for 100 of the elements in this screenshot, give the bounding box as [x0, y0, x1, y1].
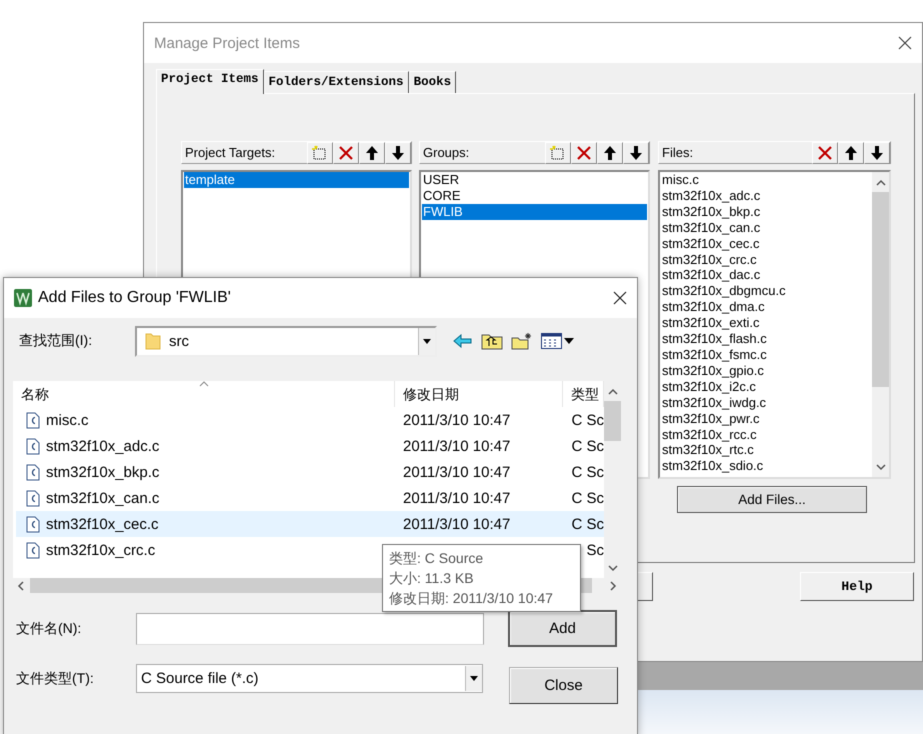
- toolbar-button[interactable]: [359, 142, 385, 164]
- list-label: Files:: [662, 145, 694, 160]
- up-arrow-icon: [603, 144, 617, 160]
- list-item[interactable]: misc.c: [661, 172, 871, 188]
- close-icon[interactable]: [613, 291, 627, 305]
- file-date: 2011/3/10 10:47: [382, 511, 566, 537]
- app-icon: [14, 289, 32, 307]
- file-type: C Sc: [570, 488, 604, 508]
- file-name: stm32f10x_crc.c: [46, 542, 156, 558]
- file-name: stm32f10x_can.c: [46, 490, 160, 506]
- list-item[interactable]: stm32f10x_gpio.c: [661, 362, 871, 379]
- toolbar-button[interactable]: [838, 142, 864, 164]
- tab[interactable]: Folders/Extensions: [264, 71, 409, 93]
- list-item[interactable]: stm32f10x_rcc.c: [661, 426, 871, 442]
- file-name-field[interactable]: [136, 612, 484, 644]
- list-item[interactable]: stm32f10x_cec.c: [661, 236, 871, 252]
- list-item[interactable]: stm32f10x_can.c: [661, 220, 871, 236]
- scroll-down-icon[interactable]: [876, 464, 886, 470]
- toolbar-button[interactable]: [385, 142, 411, 164]
- scrollbar[interactable]: [872, 172, 889, 477]
- close-button[interactable]: Close: [509, 667, 618, 704]
- add-button[interactable]: Add: [508, 610, 617, 647]
- file-item[interactable]: stm32f10x_can.c: [16, 485, 382, 511]
- file-item[interactable]: stm32f10x_adc.c: [16, 433, 382, 459]
- list-item[interactable]: stm32f10x_flash.c: [661, 331, 871, 347]
- sort-icon: [199, 381, 209, 387]
- tab[interactable]: Books: [408, 71, 456, 93]
- add-files-button[interactable]: Add Files...: [677, 486, 867, 513]
- delete-icon: [817, 144, 833, 160]
- down-arrow-icon: [391, 144, 405, 160]
- list-item[interactable]: stm32f10x_bkp.c: [661, 204, 871, 220]
- new-item-icon: [312, 144, 328, 160]
- file-item[interactable]: stm32f10x_cec.c: [16, 511, 382, 537]
- file-item[interactable]: misc.c: [16, 407, 382, 433]
- c-file-icon: [26, 542, 40, 558]
- up-arrow-icon: [844, 144, 858, 160]
- file-type: C Sc: [570, 410, 604, 430]
- look-in-label: 查找范围(I):: [18, 332, 94, 350]
- file-date: 2011/3/10 10:47: [402, 462, 512, 482]
- scroll-thumb[interactable]: [872, 192, 889, 387]
- list-item[interactable]: stm32f10x_dac.c: [661, 267, 871, 284]
- scroll-thumb[interactable]: [604, 401, 621, 441]
- file-item[interactable]: stm32f10x_crc.c: [16, 537, 382, 563]
- tooltip-line: 类型: C Source: [389, 549, 484, 568]
- toolbar-button[interactable]: [597, 142, 623, 164]
- file-date: 2011/3/10 10:47: [402, 436, 512, 456]
- back-icon[interactable]: [453, 334, 473, 348]
- file-type-dropdown[interactable]: C Source file (*.c): [136, 664, 483, 693]
- toolbar-button[interactable]: [864, 142, 890, 164]
- file-item[interactable]: stm32f10x_bkp.c: [16, 459, 382, 485]
- list-item[interactable]: stm32f10x_fsmc.c: [661, 346, 871, 363]
- scroll-down-icon[interactable]: [608, 564, 618, 572]
- list-item[interactable]: stm32f10x_rtc.c: [661, 442, 871, 458]
- list-item[interactable]: USER: [422, 172, 647, 188]
- toolbar-button[interactable]: [623, 142, 649, 164]
- toolbar-button[interactable]: [571, 142, 597, 164]
- column-header[interactable]: 名称: [13, 381, 395, 407]
- c-file-icon: [26, 412, 40, 428]
- delete-icon: [338, 144, 354, 160]
- list-item[interactable]: stm32f10x_i2c.c: [661, 378, 871, 395]
- toolbar-button[interactable]: [307, 142, 333, 164]
- scroll-up-icon[interactable]: [608, 388, 618, 394]
- list-item[interactable]: stm32f10x_dbgmcu.c: [661, 283, 871, 300]
- new-item-icon: [550, 144, 566, 160]
- toolbar-button[interactable]: [812, 142, 838, 164]
- file-name: stm32f10x_cec.c: [46, 516, 159, 532]
- dropdown-button[interactable]: [465, 666, 482, 691]
- look-in-dropdown[interactable]: src: [135, 326, 437, 356]
- file-type: C Sc: [570, 436, 604, 456]
- down-arrow-icon: [629, 144, 643, 160]
- up-folder-icon[interactable]: [481, 332, 503, 350]
- file-type-label: 文件类型(T):: [15, 670, 95, 688]
- file-name-label: 文件名(N):: [15, 620, 82, 638]
- tooltip-line: 大小: 11.3 KB: [389, 569, 475, 588]
- close-icon[interactable]: [898, 36, 912, 50]
- list-item[interactable]: FWLIB: [422, 204, 647, 220]
- list-item[interactable]: stm32f10x_dma.c: [661, 299, 871, 316]
- file-name: stm32f10x_bkp.c: [46, 464, 160, 480]
- list-item[interactable]: stm32f10x_crc.c: [661, 252, 871, 268]
- list-item[interactable]: stm32f10x_exti.c: [661, 315, 871, 332]
- list-item[interactable]: stm32f10x_sdio.c: [661, 458, 871, 474]
- file-type: C Sc: [566, 511, 604, 537]
- file-date: 2011/3/10 10:47: [402, 488, 512, 508]
- folder-icon: [145, 332, 161, 350]
- tab[interactable]: Project Items: [156, 69, 264, 94]
- view-menu-icon[interactable]: [541, 333, 575, 349]
- list-item[interactable]: stm32f10x_pwr.c: [661, 410, 871, 426]
- column-header[interactable]: 修改日期: [395, 381, 563, 407]
- list-item[interactable]: stm32f10x_adc.c: [661, 188, 871, 204]
- list-item[interactable]: template: [184, 172, 409, 188]
- c-file-icon: [26, 438, 40, 454]
- new-folder-icon[interactable]: [511, 332, 533, 350]
- scroll-up-icon[interactable]: [876, 178, 886, 186]
- dialog-title: Add Files to Group 'FWLIB': [38, 289, 232, 307]
- toolbar-button[interactable]: [333, 142, 359, 164]
- list-item[interactable]: stm32f10x_iwdg.c: [661, 394, 871, 411]
- list-item[interactable]: CORE: [422, 188, 647, 204]
- help-button[interactable]: Help: [800, 572, 914, 601]
- toolbar-button[interactable]: [545, 142, 571, 164]
- c-file-icon: [26, 490, 40, 506]
